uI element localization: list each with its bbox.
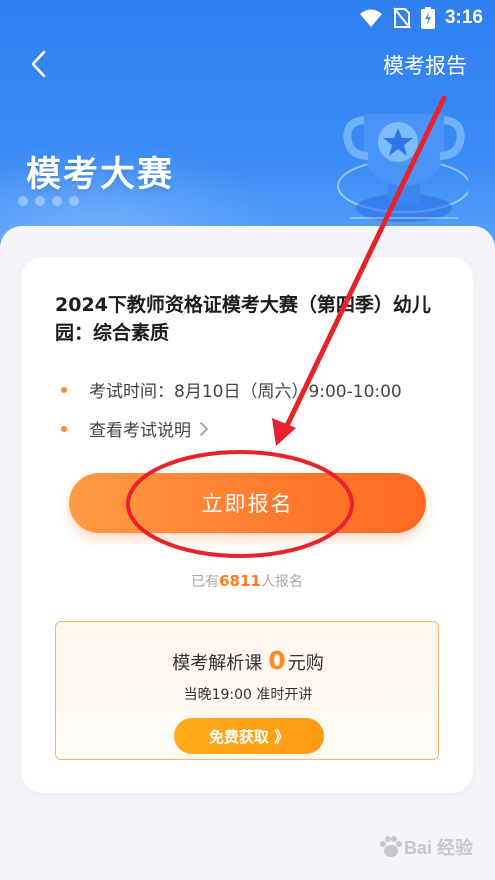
- bullet-icon: [61, 386, 67, 393]
- exam-description-link[interactable]: 查看考试说明: [61, 416, 209, 441]
- chevron-left-icon: [31, 50, 46, 78]
- watermark: Bai 经验: [378, 834, 473, 860]
- free-claim-button[interactable]: 免费获取 》: [174, 718, 324, 754]
- exam-description-label: 查看考试说明: [89, 421, 191, 441]
- exam-report-link[interactable]: 模考报告: [383, 50, 467, 80]
- promo-schedule: 当晚19:00 准时开讲: [183, 687, 313, 703]
- promo-suffix: 元购: [287, 653, 324, 674]
- chevron-right-icon: [199, 421, 209, 437]
- signup-count: 已有6811人报名: [21, 571, 473, 591]
- exam-time-value: 8月10日（周六）9:00-10:00: [174, 382, 402, 402]
- exam-time-row: 考试时间： 8月10日（周六）9:00-10:00: [61, 377, 402, 402]
- decorative-dots: [18, 196, 79, 206]
- signup-count-number: 6811: [219, 572, 261, 590]
- promo-headline: 模考解析课 0 元购: [56, 646, 440, 675]
- back-button[interactable]: [20, 46, 56, 82]
- page-title: 模考大赛: [26, 155, 175, 195]
- wifi-icon: [359, 9, 382, 27]
- exam-time-label: 考试时间：: [89, 382, 174, 402]
- exam-card: 2024下教师资格证模考大赛（第四季）幼儿园：综合素质 考试时间： 8月10日（…: [21, 257, 473, 793]
- analysis-course-promo: 模考解析课 0 元购 当晚19:00 准时开讲 免费获取 》: [55, 621, 439, 760]
- signup-button[interactable]: 立即报名: [69, 473, 426, 533]
- exam-title: 2024下教师资格证模考大赛（第四季）幼儿园：综合素质: [55, 294, 431, 344]
- signup-count-suffix: 人报名: [260, 574, 303, 590]
- clock: 3:16: [444, 7, 483, 28]
- status-icons: 3:16: [359, 6, 483, 30]
- battery-charging-icon: [420, 7, 435, 29]
- promo-prefix: 模考解析课: [172, 653, 263, 674]
- sim-off-icon: [393, 7, 411, 29]
- watermark-text: Bai 经验: [403, 838, 473, 858]
- promo-price: 0: [268, 646, 286, 675]
- paw-icon: [379, 836, 402, 857]
- trophy-icon: [337, 114, 468, 222]
- status-bar: 3:16: [0, 0, 495, 36]
- bullet-icon: [61, 425, 67, 432]
- signup-count-prefix: 已有: [191, 574, 220, 590]
